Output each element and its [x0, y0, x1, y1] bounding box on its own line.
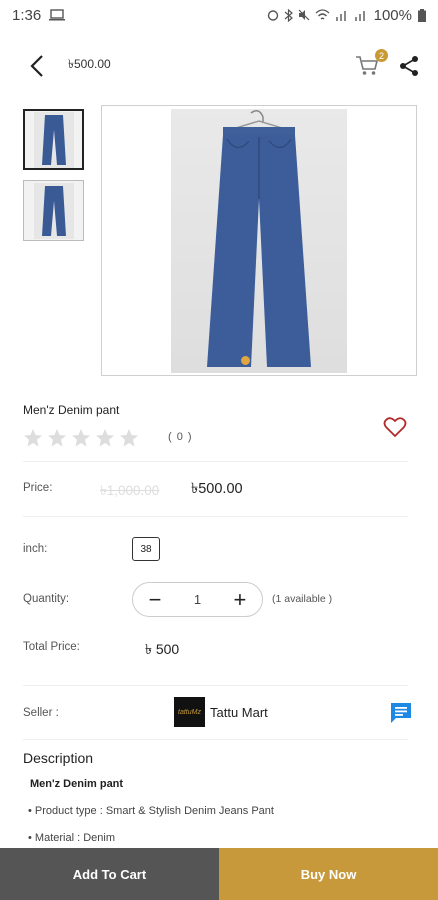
product-name: Men'z Denim pant: [23, 403, 120, 417]
jeans-image: [207, 109, 311, 367]
total-price-label: Total Price:: [23, 641, 80, 653]
size-label: inch:: [23, 543, 48, 555]
carousel-indicator: [241, 356, 250, 365]
cart-button[interactable]: 2: [354, 49, 388, 80]
signal-icon-2: [354, 11, 365, 21]
total-price: ৳ 500: [145, 641, 180, 657]
seller-name[interactable]: Tattu Mart: [210, 705, 268, 720]
star-icon: [120, 429, 138, 447]
jeans-thumbnail-image: [33, 111, 74, 168]
heart-icon[interactable]: [383, 416, 407, 438]
price-label: Price:: [23, 482, 53, 494]
product-image-viewer[interactable]: [101, 105, 417, 376]
star-icon: [96, 429, 114, 447]
bluetooth-icon: [284, 8, 293, 22]
increment-button[interactable]: +: [230, 588, 250, 610]
divider: [23, 461, 408, 462]
status-bar: 1:36 100%: [0, 0, 438, 30]
description-title: Description: [23, 750, 94, 766]
chat-icon[interactable]: [389, 701, 413, 725]
thumbnail-1[interactable]: [23, 109, 84, 170]
description-line: • Product type : Smart & Stylish Denim J…: [28, 805, 274, 817]
back-arrow-icon[interactable]: [30, 55, 44, 77]
old-price: ৳1,000.00: [100, 483, 160, 498]
description-subtitle: Men'z Denim pant: [30, 778, 124, 790]
mute-icon: [298, 9, 310, 21]
bottom-action-bar: Add To Cart Buy Now: [0, 848, 438, 900]
thumbnail-2[interactable]: [23, 180, 84, 241]
available-count: (1 available ): [272, 593, 333, 605]
rating-stars: [23, 428, 139, 448]
app-bar: ৳500.00 2: [0, 36, 438, 96]
current-price: ৳500.00: [191, 481, 243, 497]
jeans-thumbnail-image: [33, 182, 74, 239]
star-icon: [48, 429, 66, 447]
cart-count-badge: 2: [375, 49, 388, 62]
divider: [23, 516, 408, 517]
quantity-stepper: − 1 +: [132, 582, 263, 617]
divider: [23, 739, 408, 740]
add-to-cart-button[interactable]: Add To Cart: [0, 848, 219, 900]
star-icon: [24, 429, 42, 447]
quantity-label: Quantity:: [23, 593, 70, 605]
share-icon[interactable]: [398, 55, 420, 77]
rating-count: ( 0 ): [168, 431, 193, 443]
page-title: ৳500.00: [68, 57, 111, 71]
battery-percent: 100%: [373, 6, 412, 24]
product-photo: [171, 108, 347, 373]
thumbnail-list: [23, 109, 84, 251]
decrement-button[interactable]: −: [145, 588, 165, 610]
signal-icon: [335, 11, 346, 21]
alarm-icon: [267, 10, 278, 21]
divider: [23, 685, 408, 686]
laptop-icon: [49, 9, 66, 21]
seller-label: Seller :: [23, 707, 59, 719]
buy-now-button[interactable]: Buy Now: [219, 848, 438, 900]
quantity-value[interactable]: 1: [194, 592, 201, 607]
description-line: • Material : Denim: [28, 832, 115, 844]
size-option[interactable]: 38: [132, 537, 160, 561]
battery-icon: [418, 8, 426, 22]
wifi-icon: [315, 9, 330, 20]
seller-logo[interactable]: tattuMz: [174, 697, 205, 727]
status-time: 1:36: [12, 6, 42, 24]
star-icon: [72, 429, 90, 447]
